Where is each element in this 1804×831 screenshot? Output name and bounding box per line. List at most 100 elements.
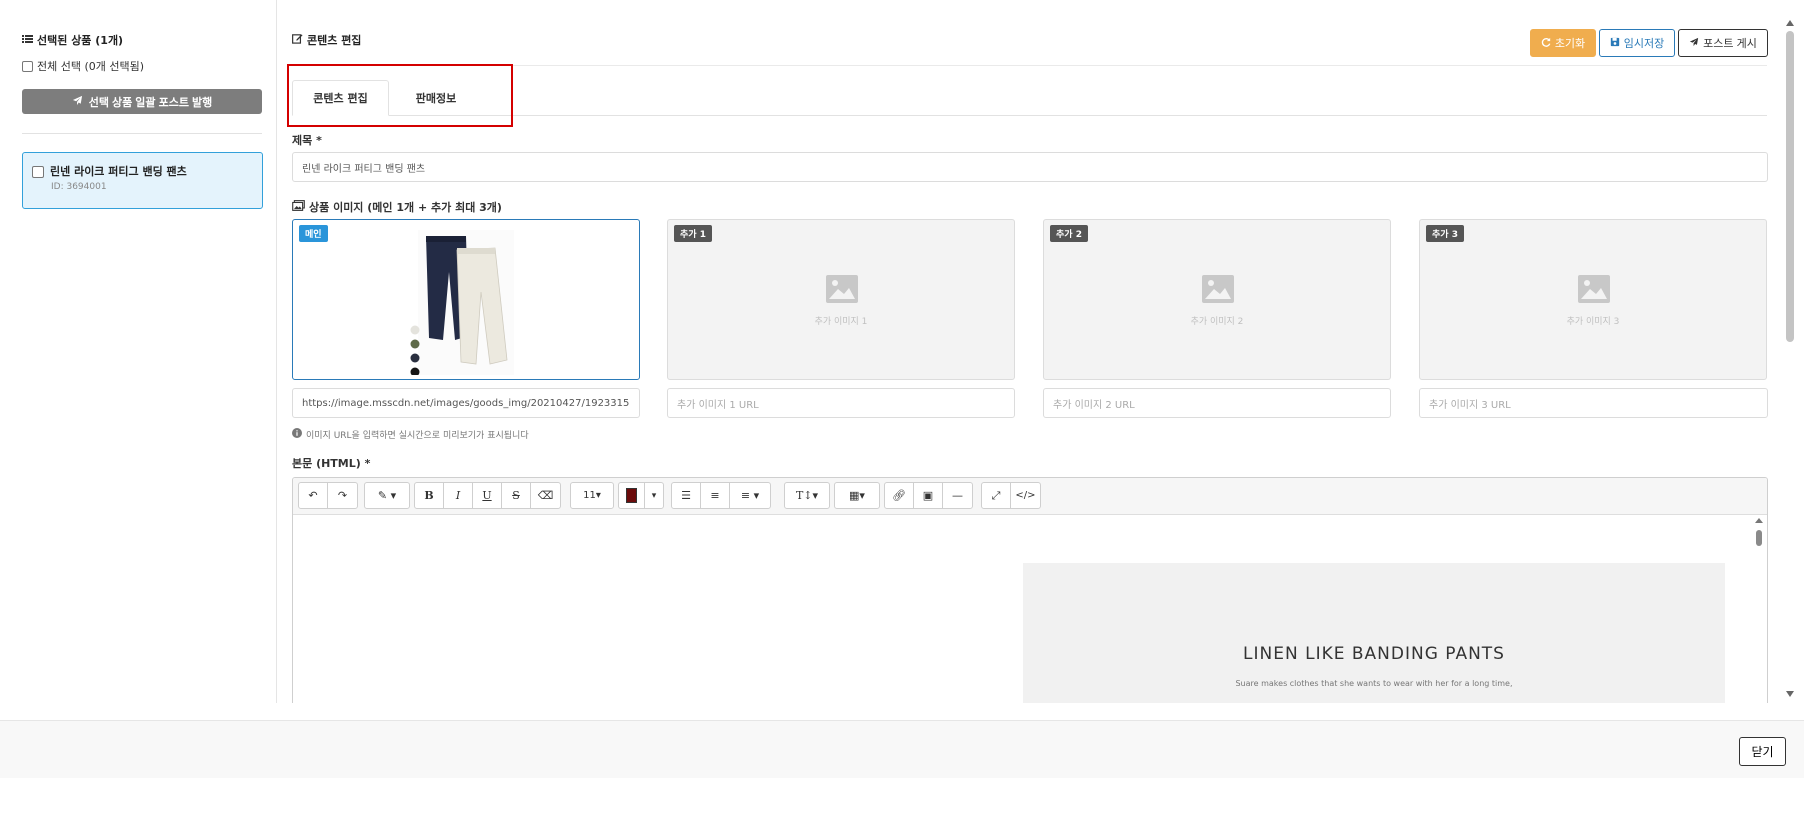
reset-button[interactable]: 초기화 [1530, 29, 1596, 57]
link-button[interactable]: 🔗︎ [885, 483, 914, 508]
align-dropdown[interactable]: ≡ ▾ [730, 483, 770, 508]
bullet-list-button[interactable]: ☰ [672, 483, 701, 508]
style-dropdown[interactable]: ✎ ▾ [365, 483, 409, 508]
extra-image-slot-2[interactable]: 추가 2 추가 이미지 2 [1043, 219, 1391, 380]
font-size-group: 11 ▾ [570, 482, 614, 509]
image-url-hint: 이미지 URL을 입력하면 실시간으로 미리보기가 표시됩니다 [292, 428, 529, 441]
minus-icon: — [952, 489, 963, 502]
page-scrollbar[interactable] [1784, 16, 1796, 702]
editor-content-area[interactable]: LINEN LIKE BANDING PANTS Suare makes clo… [293, 515, 1767, 703]
numbered-list-icon: ≡ [710, 489, 720, 502]
font-size-dropdown[interactable]: 11 ▾ [571, 483, 613, 508]
editor-scrollbar[interactable] [1752, 515, 1766, 685]
main-image-slot[interactable]: 메인 [292, 219, 640, 380]
body-label: 본문 (HTML) * [292, 457, 371, 470]
line-height-dropdown[interactable]: T↕▾ [785, 483, 829, 508]
table-group: ▦▾ [834, 482, 880, 509]
color-swatch-icon [626, 488, 637, 503]
select-all-checkbox[interactable] [22, 60, 33, 72]
extra-image-slot-1[interactable]: 추가 1 추가 이미지 1 [667, 219, 1015, 380]
title-input[interactable]: 린넨 라이크 퍼티그 밴딩 팬츠 [292, 152, 1768, 182]
scroll-up-icon [1755, 518, 1763, 523]
editor-tabs: 콘텐츠 편집 판매정보 [292, 80, 1767, 116]
extra-image-3-url-input[interactable]: 추가 이미지 3 URL [1419, 388, 1768, 418]
redo-button[interactable]: ↷ [328, 483, 357, 508]
redo-icon: ↷ [337, 489, 348, 502]
paper-plane-icon [1689, 37, 1699, 50]
content-banner-image: LINEN LIKE BANDING PANTS Suare makes clo… [1023, 563, 1725, 703]
content-banner-subtitle: Suare makes clothes that she wants to we… [1235, 679, 1513, 688]
html-editor: ↶ ↷ ✎ ▾ B I U S ⌫ 11 ▾ ▾ ☰ ≡ ≡ ▾ T↕▾ ▦▾ … [292, 477, 1768, 703]
scroll-thumb [1756, 530, 1762, 546]
strikethrough-button[interactable]: S [502, 483, 531, 508]
modal-footer: 닫기 [0, 720, 1804, 778]
edit-icon [292, 33, 303, 47]
info-icon [292, 428, 302, 441]
text-color-button[interactable] [619, 483, 645, 508]
line-height-group: T↕▾ [784, 482, 830, 509]
extra-image-badge-2: 추가 2 [1050, 225, 1088, 242]
header-divider [292, 65, 1767, 66]
image-button[interactable]: ▣ [914, 483, 943, 508]
extra-image-1-url-input[interactable]: 추가 이미지 1 URL [667, 388, 1015, 418]
images-icon [292, 200, 305, 214]
temp-save-button[interactable]: 임시저장 [1599, 29, 1675, 57]
floppy-icon [1610, 37, 1620, 50]
format-group: B I U S ⌫ [414, 482, 561, 509]
code-view-button[interactable]: </> [1011, 483, 1040, 508]
main-image-url-input[interactable]: https://image.msscdn.net/images/goods_im… [292, 388, 640, 418]
selected-products-panel: 선택된 상품 (1개) 전체 선택 (0개 선택됨) 선택 상품 일괄 포스트 … [0, 0, 277, 703]
image-placeholder-icon [1202, 275, 1234, 303]
undo-button[interactable]: ↶ [299, 483, 328, 508]
underline-button[interactable]: U [473, 483, 502, 508]
table-icon: ▦▾ [849, 489, 865, 502]
bulk-publish-label: 선택 상품 일괄 포스트 발행 [88, 96, 213, 109]
product-checkbox[interactable] [32, 166, 44, 178]
image-url-hint-text: 이미지 URL을 입력하면 실시간으로 미리보기가 표시됩니다 [306, 431, 529, 441]
line-height-icon: T↕▾ [795, 489, 819, 502]
title-label: 제목 * [292, 134, 322, 147]
product-list-item[interactable]: 린넨 라이크 퍼티그 밴딩 팬츠 ID: 3694001 [22, 152, 263, 209]
reset-label: 초기화 [1554, 38, 1586, 50]
underline-icon: U [482, 489, 492, 502]
list-icon [22, 34, 33, 47]
select-all-label: 전체 선택 (0개 선택됨) [37, 60, 145, 73]
table-dropdown[interactable]: ▦▾ [835, 483, 879, 508]
extra-image-2-url-input[interactable]: 추가 이미지 2 URL [1043, 388, 1391, 418]
extra-image-badge-1: 추가 1 [674, 225, 712, 242]
editor-toolbar: ↶ ↷ ✎ ▾ B I U S ⌫ 11 ▾ ▾ ☰ ≡ ≡ ▾ T↕▾ ▦▾ … [293, 478, 1767, 515]
align-icon: ≡ ▾ [740, 489, 760, 502]
extra-image-badge-3: 추가 3 [1426, 225, 1464, 242]
fullscreen-button[interactable]: ⤢ [982, 483, 1011, 508]
eraser-icon: ⌫ [537, 489, 554, 502]
scroll-down-icon [1786, 691, 1794, 697]
extra-image-placeholder-text-1: 추가 이미지 1 [814, 317, 868, 327]
chevron-down-icon: ▾ [595, 490, 601, 501]
chevron-down-icon: ▾ [651, 490, 657, 501]
extra-image-placeholder-text-3: 추가 이미지 3 [1566, 317, 1620, 327]
publish-post-button[interactable]: 포스트 게시 [1678, 29, 1768, 57]
undo-icon: ↶ [308, 489, 318, 502]
bulk-publish-button[interactable]: 선택 상품 일괄 포스트 발행 [22, 89, 262, 114]
close-button[interactable]: 닫기 [1739, 737, 1786, 766]
scroll-thumb [1786, 31, 1794, 342]
font-size-value: 11 [583, 490, 596, 501]
italic-icon: I [455, 489, 461, 502]
image-placeholder-icon [826, 275, 858, 303]
clear-format-button[interactable]: ⌫ [531, 483, 560, 508]
scroll-up-icon [1786, 20, 1794, 26]
extra-image-slot-3[interactable]: 추가 3 추가 이미지 3 [1419, 219, 1767, 380]
numbered-list-button[interactable]: ≡ [701, 483, 730, 508]
color-dropdown[interactable]: ▾ [645, 483, 663, 508]
sidebar-divider [22, 133, 262, 134]
horizontal-rule-button[interactable]: — [943, 483, 972, 508]
extra-image-placeholder-text-2: 추가 이미지 2 [1190, 317, 1244, 327]
select-all[interactable]: 전체 선택 (0개 선택됨) [22, 58, 144, 74]
image-placeholder-icon [1578, 275, 1610, 303]
expand-icon: ⤢ [991, 488, 1001, 502]
product-id: ID: 3694001 [51, 182, 107, 192]
editor-title: 콘텐츠 편집 [307, 34, 362, 47]
color-group: ▾ [618, 482, 664, 509]
bold-button[interactable]: B [415, 483, 444, 508]
italic-button[interactable]: I [444, 483, 473, 508]
